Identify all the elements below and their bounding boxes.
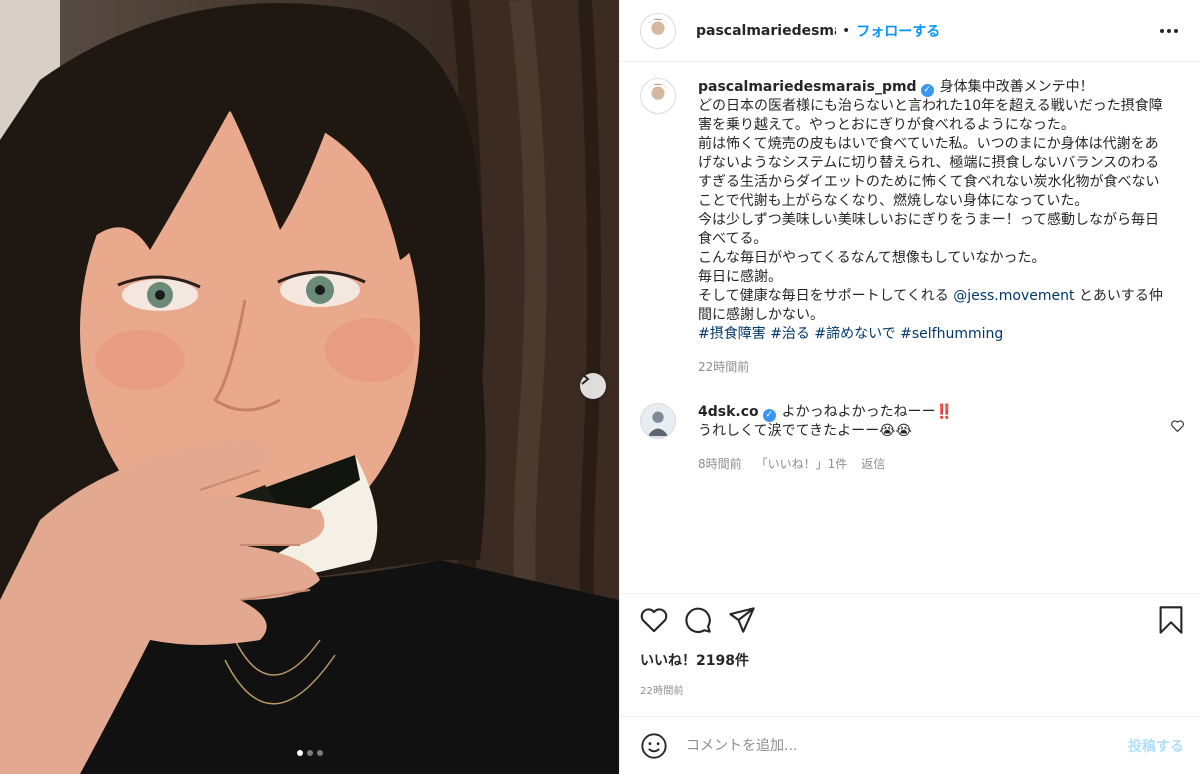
paper-plane-icon	[729, 607, 755, 633]
more-dot-icon	[1160, 28, 1164, 33]
reply-avatar-image	[647, 411, 669, 437]
caption-username[interactable]: pascalmariedesmarais_pmd	[698, 79, 917, 95]
comment-bubble-icon	[685, 607, 711, 634]
author-avatar-image	[648, 18, 668, 35]
heart-icon	[640, 608, 668, 633]
hashtag-link[interactable]: #摂食障害	[698, 326, 766, 342]
share-button[interactable]	[728, 606, 756, 634]
reply-meta: 8時間前 「いいね！」1件 返信	[698, 455, 953, 474]
reply-comment: 4dsk.co ✓ よかっねよかったねーー‼️ うれしくて涙でてきたよーー😭😭 8時…	[640, 403, 1184, 474]
caption-author-avatar[interactable]	[640, 78, 676, 114]
reply-button[interactable]: 返信	[861, 455, 885, 474]
more-options-button[interactable]	[1154, 23, 1184, 39]
comment-input[interactable]	[686, 737, 1128, 754]
post-photo[interactable]	[0, 0, 619, 774]
carousel-dot-2	[306, 750, 313, 756]
verified-badge-icon: ✓	[762, 409, 776, 422]
carousel-next-button[interactable]	[580, 373, 606, 399]
caption-line-7: そして健康な毎日をサポートしてくれる @jess.movement とあいする仲…	[698, 287, 1168, 325]
author-username[interactable]: pascalmariedesmarais_pmd	[696, 23, 836, 39]
chevron-right-icon	[581, 373, 590, 385]
carousel-dot-3	[316, 750, 323, 756]
reply-text-line-1: よかっねよかったねーー‼️	[781, 404, 954, 420]
save-button[interactable]	[1158, 605, 1184, 635]
reply-body: 4dsk.co ✓ よかっねよかったねーー‼️ うれしくて涙でてきたよーー😭😭 8時…	[698, 403, 953, 474]
caption-comment: pascalmariedesmarais_pmd ✓ 身体集中改善メンテ中！ どの日…	[640, 78, 1184, 377]
reply-likes[interactable]: 「いいね！」1件	[756, 455, 848, 474]
caption-line-4: 今は少しずつ美味しい美味しいおにぎりをうまー！って感動しながら毎日食べてる。	[698, 212, 1160, 247]
carousel-indicator	[0, 750, 619, 756]
post-side-panel: pascalmariedesmarais_pmd • フォローする pascal…	[619, 0, 1200, 774]
caption-time[interactable]: 22時間前	[698, 358, 1168, 377]
bookmark-icon	[1159, 606, 1183, 634]
post-actions: いいね！2198件 22時間前	[620, 593, 1200, 697]
comments-area: pascalmariedesmarais_pmd ✓ 身体集中改善メンテ中！ どの日…	[640, 78, 1184, 474]
comment-composer: 投稿する	[620, 716, 1200, 774]
verified-badge-icon: ✓	[920, 84, 934, 97]
more-dot-icon	[1174, 28, 1178, 33]
post-comment-button[interactable]: 投稿する	[1128, 736, 1184, 756]
action-row	[640, 600, 1184, 640]
hashtag-link[interactable]: #selfhumming	[900, 326, 1003, 342]
caption-avatar-image	[648, 83, 668, 100]
caption-body: pascalmariedesmarais_pmd ✓ 身体集中改善メンテ中！ どの日…	[698, 78, 1168, 377]
follow-button[interactable]: フォローする	[856, 21, 940, 41]
post-timestamp[interactable]: 22時間前	[640, 682, 1184, 697]
caption-line-1: 身体集中改善メンテ中！	[939, 79, 1094, 95]
comment-like-button[interactable]	[1171, 417, 1184, 436]
selfie-illustration	[0, 0, 619, 774]
reply-author-avatar[interactable]	[640, 403, 676, 439]
caption-line-5: こんな毎日がやってくるなんて想像もしていなかった。	[698, 250, 1046, 266]
reply-time[interactable]: 8時間前	[698, 455, 742, 474]
heart-outline-icon	[1171, 420, 1184, 433]
caption-line-3: 前は怖くて焼売の皮もはいで食べていた私。いつのまにか身体は代謝をあげないようなシ…	[698, 136, 1160, 209]
author-avatar[interactable]	[640, 12, 676, 49]
hashtags-row: #摂食障害 #治る #諦めないで #selfhumming	[698, 325, 1168, 344]
carousel-dot-1	[296, 750, 303, 756]
like-button[interactable]	[640, 607, 668, 633]
mention-link[interactable]: @jess.movement	[953, 288, 1074, 304]
more-dot-icon	[1167, 28, 1171, 33]
emoji-button[interactable]	[640, 732, 668, 760]
caption-line-6: 毎日に感謝。	[698, 269, 782, 285]
hashtag-link[interactable]: #治る	[770, 326, 810, 342]
reply-text-line-2: うれしくて涙でてきたよーー😭😭	[698, 423, 912, 439]
comment-button[interactable]	[684, 606, 712, 634]
hashtag-link[interactable]: #諦めないで	[814, 326, 895, 342]
post-header: pascalmariedesmarais_pmd • フォローする	[620, 0, 1200, 62]
caption-line-2: どの日本の医者様にも治らないと言われた10年を超える戦いだった摂食障害を乗り越え…	[698, 98, 1163, 133]
reply-username[interactable]: 4dsk.co	[698, 404, 759, 420]
likes-count[interactable]: いいね！2198件	[640, 650, 1184, 670]
emoji-smile-icon	[641, 732, 667, 759]
caption-line-7-prefix: そして健康な毎日をサポートしてくれる	[698, 288, 954, 304]
header-separator: •	[842, 22, 851, 39]
